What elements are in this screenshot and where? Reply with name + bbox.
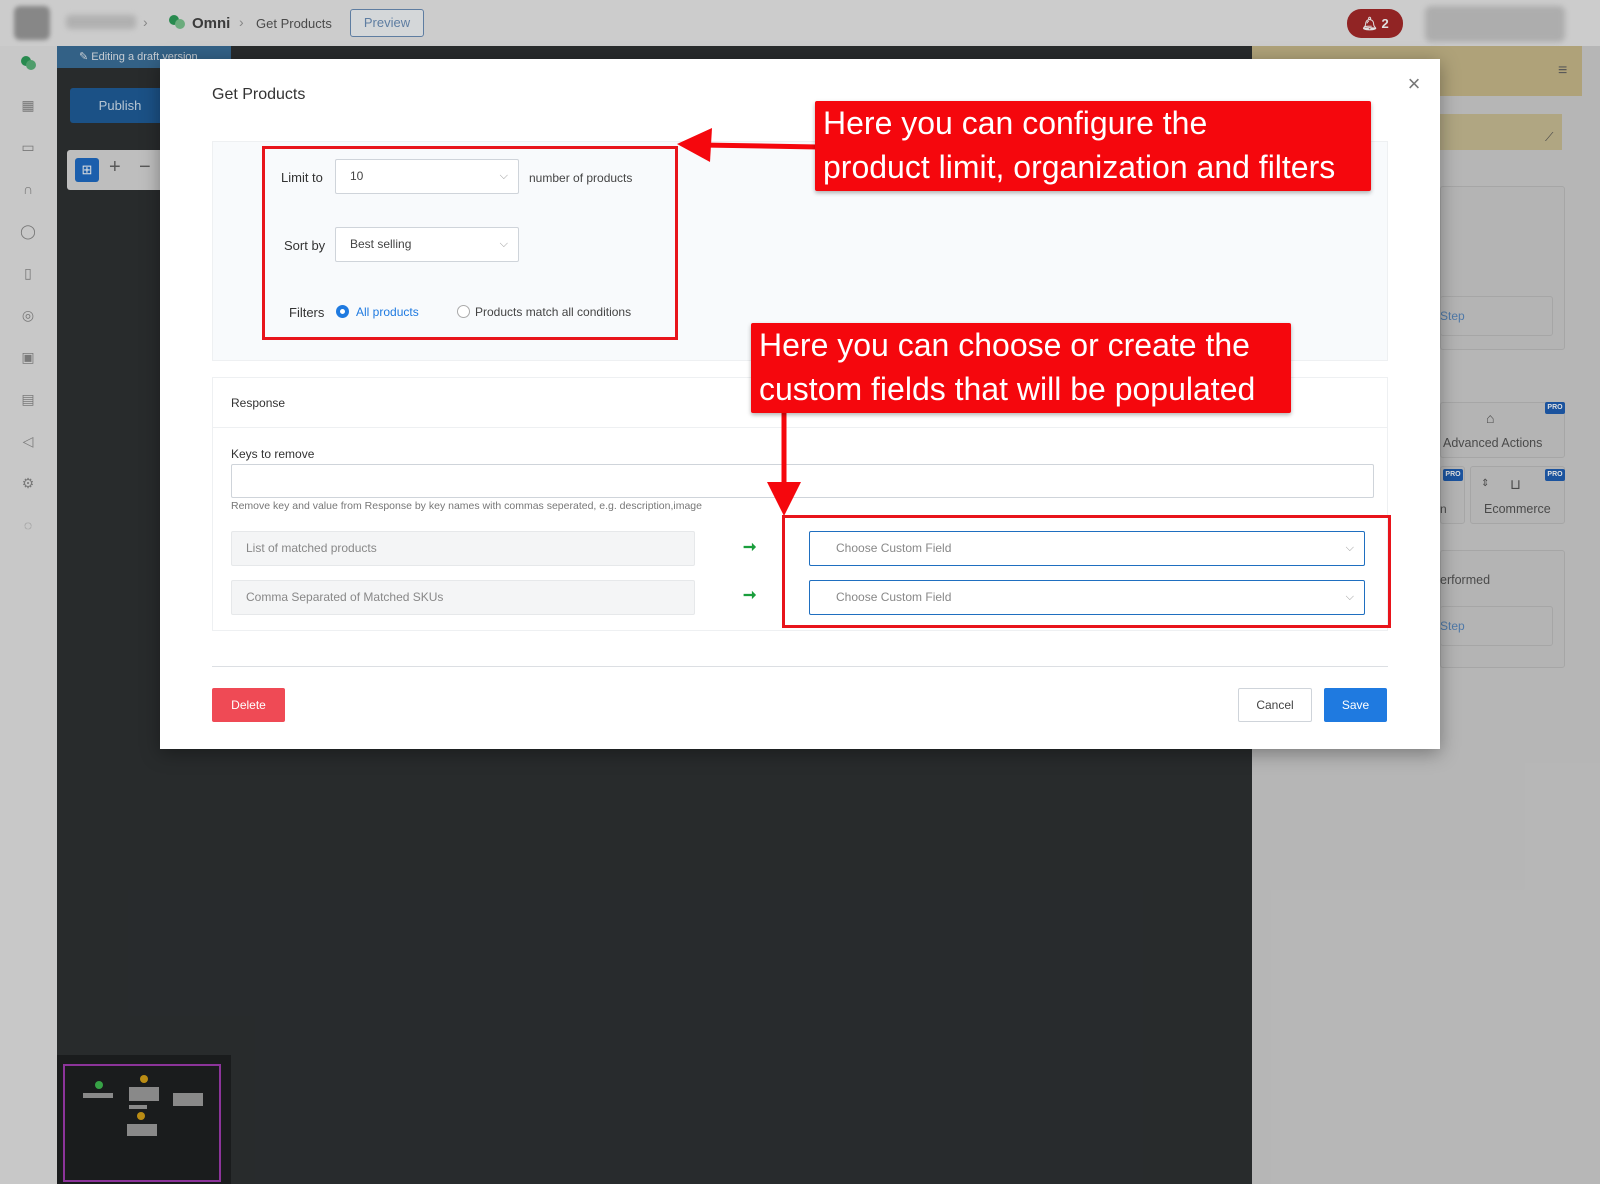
arrow-right-icon: ➞ [743,539,757,556]
mapping-source-field: Comma Separated of Matched SKUs [231,580,695,615]
keys-help-text: Remove key and value from Response by ke… [231,500,702,512]
callout-line: Here you can choose or create the [759,327,1250,363]
mapping-source-field: List of matched products [231,531,695,566]
annotation-box-custom-fields [782,515,1391,628]
callout-line: product limit, organization and filters [823,149,1336,185]
cancel-button[interactable]: Cancel [1238,688,1312,722]
annotation-box-settings [262,146,678,340]
callout-line: Here you can configure the [823,105,1208,141]
callout-line: custom fields that will be populated [759,371,1256,407]
save-button[interactable]: Save [1324,688,1387,722]
footer-divider [212,666,1388,667]
annotation-callout-custom-fields: Here you can choose or create the custom… [751,323,1291,413]
response-title: Response [231,396,286,410]
modal-title: Get Products [212,86,306,103]
delete-button[interactable]: Delete [212,688,285,722]
keys-to-remove-input[interactable] [231,464,1374,498]
annotation-callout-settings: Here you can configure the product limit… [815,101,1371,191]
arrow-right-icon: ➞ [743,587,757,604]
close-icon[interactable]: × [1403,73,1425,95]
keys-to-remove-label: Keys to remove [231,447,315,461]
